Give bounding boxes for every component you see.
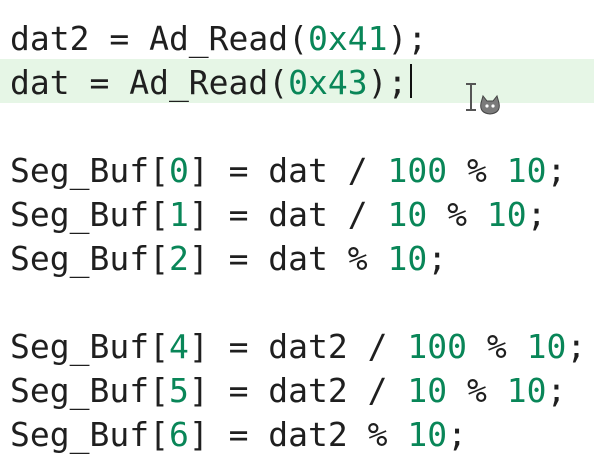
number-literal: 10 [387, 195, 428, 234]
number-literal: 100 [387, 151, 448, 190]
code-token: ; [546, 371, 567, 410]
code-line[interactable]: Seg_Buf[4] = dat2 / 100 % 10; [10, 325, 586, 369]
number-literal: 10 [407, 415, 448, 454]
number-literal: 10 [526, 327, 567, 366]
code-token: % [447, 151, 507, 190]
code-token: Seg_Buf[ [10, 327, 169, 366]
code-token: ] = dat / [188, 151, 388, 190]
code-token: ; [526, 195, 547, 234]
code-token: dat2 = Ad_Read( [10, 19, 309, 58]
number-literal: 10 [506, 371, 547, 410]
code-token: Seg_Buf[ [10, 195, 169, 234]
number-literal: 5 [168, 371, 189, 410]
code-token: ); [367, 63, 408, 102]
code-token: ; [566, 327, 587, 366]
number-literal: 10 [486, 195, 527, 234]
number-literal: 2 [168, 239, 189, 278]
text-caret-icon [410, 64, 412, 98]
number-literal: 1 [168, 195, 189, 234]
cat-badge-icon [480, 94, 500, 115]
number-literal: 10 [506, 151, 547, 190]
code-line[interactable]: Seg_Buf[1] = dat / 10 % 10; [10, 193, 547, 237]
code-token: ] = dat / [188, 195, 388, 234]
code-token: ; [427, 239, 448, 278]
number-literal: 100 [407, 327, 467, 366]
code-token: ] = dat2 / [188, 371, 408, 410]
number-literal: 0x43 [288, 63, 368, 102]
code-token: Seg_Buf[ [10, 371, 169, 410]
code-line[interactable]: Seg_Buf[2] = dat % 10; [10, 237, 447, 281]
code-token: % [427, 195, 487, 234]
code-line[interactable]: Seg_Buf[5] = dat2 / 10 % 10; [10, 369, 566, 413]
number-literal: 0x41 [308, 19, 388, 58]
number-literal: 6 [168, 415, 189, 454]
code-token: ] = dat2 % [188, 415, 408, 454]
number-literal: 0 [168, 151, 189, 190]
code-token: ; [546, 151, 567, 190]
number-literal: 10 [387, 239, 428, 278]
code-line[interactable]: Seg_Buf[6] = dat2 % 10; [10, 413, 467, 457]
number-literal: 4 [168, 327, 189, 366]
code-token: ] = dat % [188, 239, 388, 278]
code-token: ); [387, 19, 428, 58]
code-editor[interactable]: dat2 = Ad_Read(0x41); dat = Ad_Read(0x43)… [0, 0, 594, 462]
code-token: ] = dat2 / [188, 327, 408, 366]
code-token: dat = Ad_Read( [10, 63, 289, 102]
code-line[interactable]: Seg_Buf[0] = dat / 100 % 10; [10, 149, 566, 193]
code-token: ; [447, 415, 467, 454]
code-token: Seg_Buf[ [10, 239, 169, 278]
number-literal: 10 [407, 371, 448, 410]
code-token: Seg_Buf[ [10, 415, 169, 454]
code-line[interactable]: dat2 = Ad_Read(0x41); [10, 17, 427, 61]
code-token: % [447, 371, 507, 410]
code-line[interactable]: dat = Ad_Read(0x43); [10, 61, 407, 105]
ibeam-cursor-icon [466, 83, 476, 111]
code-token: Seg_Buf[ [10, 151, 169, 190]
code-token: % [466, 327, 527, 366]
